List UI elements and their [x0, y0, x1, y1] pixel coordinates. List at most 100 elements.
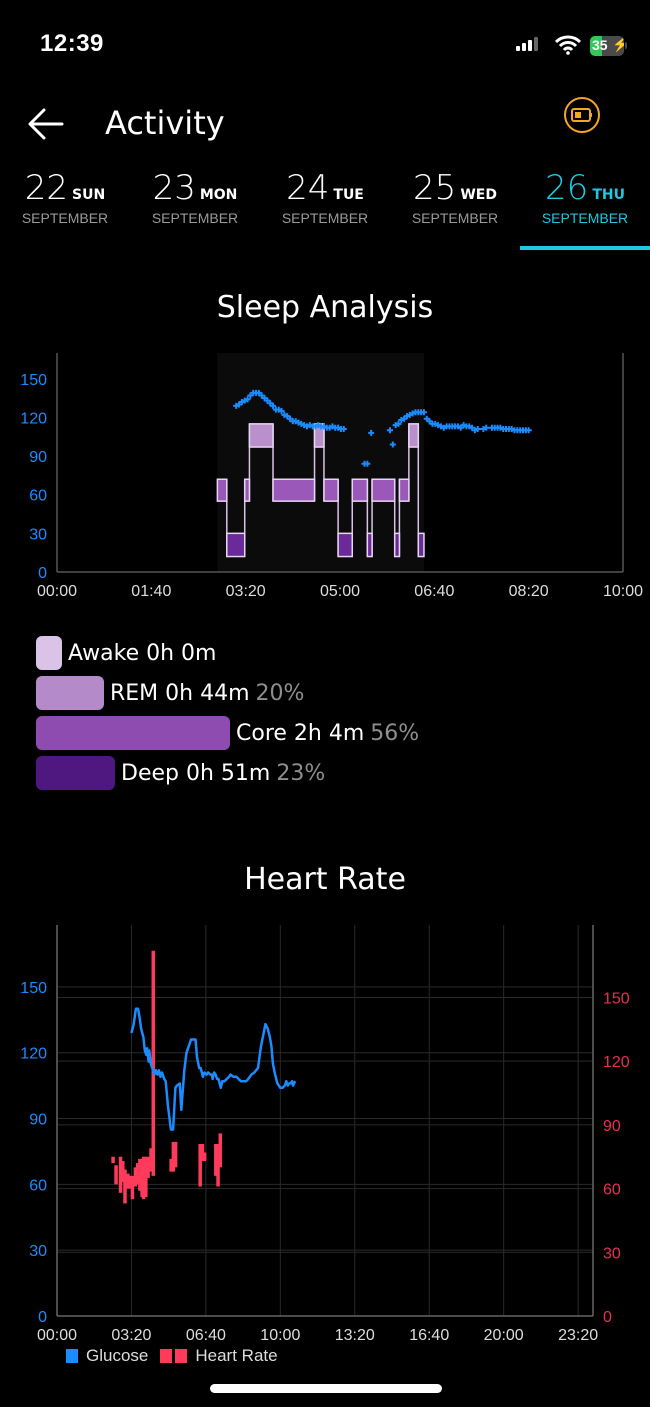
- heart-rate-bar: [218, 1133, 223, 1168]
- date-month: SEPTEMBER: [21, 210, 109, 226]
- x-tick-label: 03:20: [226, 583, 266, 600]
- heart-rate-legend-label: Heart Rate: [195, 1346, 278, 1365]
- status-time: 12:39: [40, 30, 104, 57]
- glucose-line: [130, 1007, 297, 1131]
- x-tick-label: 00:00: [37, 1327, 77, 1344]
- sleep-stage-deep: [393, 532, 401, 558]
- sleep-stage-core: [351, 478, 369, 502]
- y-tick-label-right: 0: [603, 1309, 612, 1326]
- date-weekday: MON: [199, 187, 238, 203]
- y-tick-label-right: 150: [603, 990, 630, 1007]
- y-tick-label-right: 120: [603, 1054, 630, 1071]
- date-number: 24: [286, 168, 330, 208]
- sleep-legend-awake: Awake 0h 0m: [36, 636, 222, 670]
- x-tick-label: 06:40: [414, 583, 454, 600]
- x-tick-label: 13:20: [335, 1327, 375, 1344]
- sleep-legend-percent: 56%: [370, 720, 420, 746]
- sleep-legend-percent: 23%: [276, 760, 326, 786]
- y-tick-label-right: 60: [603, 1182, 621, 1199]
- y-tick-label-right: 90: [603, 1118, 621, 1135]
- x-tick-label: 05:00: [320, 583, 360, 600]
- sleep-legend-bar-awake: [36, 636, 62, 670]
- heart-rate-chart: 0 30 60 90 120 150 0 30 60 90 120 150 00:00 03:20 06:4…: [20, 925, 630, 1344]
- sleep-stage-deep: [366, 532, 373, 558]
- sleep-legend-deep: Deep 0h 51m 23%: [36, 756, 325, 790]
- date-month: SEPTEMBER: [151, 210, 239, 226]
- sleep-legend-rem: REM 0h 44m 20%: [36, 676, 304, 710]
- sleep-stage-rem: [248, 423, 274, 448]
- sleep-stage-core: [272, 478, 316, 502]
- y-tick-label-left: 60: [29, 1177, 47, 1194]
- sleep-section-title: Sleep Analysis: [216, 290, 434, 325]
- y-tick-label: 30: [29, 526, 47, 543]
- sleep-legend-bar-core: [36, 716, 230, 750]
- date-month: SEPTEMBER: [541, 210, 629, 226]
- x-tick-label: 10:00: [260, 1327, 300, 1344]
- battery-status: 35 ⚡: [590, 36, 624, 56]
- x-tick-label: 08:20: [509, 583, 549, 600]
- date-tab-24[interactable]: 24 TUE SEPTEMBER: [260, 168, 390, 226]
- x-tick-label: 01:40: [131, 583, 171, 600]
- sleep-stage-core: [398, 478, 410, 502]
- sleep-legend-core: Core 2h 4m 56%: [36, 716, 419, 750]
- sleep-legend-label: Deep 0h 51m: [121, 760, 271, 786]
- home-indicator[interactable]: [210, 1384, 442, 1393]
- battery-button[interactable]: [564, 97, 600, 133]
- heart-section-title: Heart Rate: [244, 862, 406, 897]
- charging-bolt-icon: ⚡: [612, 36, 624, 52]
- date-number: 25: [413, 168, 457, 208]
- date-tab-25[interactable]: 25 WED SEPTEMBER: [390, 168, 520, 226]
- heart-rate-bar: [173, 1141, 178, 1168]
- sleep-legend-bar-rem: [36, 676, 104, 710]
- sleep-stage-core: [323, 478, 339, 502]
- x-tick-label: 10:00: [603, 583, 643, 600]
- y-tick-label-right: 30: [603, 1245, 621, 1262]
- x-tick-label: 03:20: [111, 1327, 151, 1344]
- sleep-stage-deep: [226, 532, 246, 558]
- battery-nub: [625, 42, 627, 49]
- arrow-left-icon[interactable]: [26, 104, 66, 144]
- heart-rate-bar: [146, 1156, 150, 1178]
- sleep-stage-core: [216, 478, 228, 502]
- sleep-legend-percent: 20%: [255, 680, 305, 706]
- date-number: 23: [152, 168, 196, 208]
- battery-icon: [571, 108, 592, 122]
- heart-rate-bar: [130, 1175, 135, 1200]
- cellular-signal-icon: [516, 37, 538, 51]
- date-weekday: SUN: [72, 187, 106, 203]
- x-tick-label: 16:40: [409, 1327, 449, 1344]
- glucose-legend-label: Glucose: [86, 1346, 149, 1365]
- page-title: Activity: [105, 104, 225, 142]
- y-tick-label: 60: [29, 488, 47, 505]
- x-tick-label: 23:20: [558, 1327, 598, 1344]
- date-weekday: TUE: [333, 187, 364, 203]
- sleep-window: [217, 353, 424, 572]
- date-weekday: WED: [460, 187, 497, 203]
- x-tick-label: 06:40: [186, 1327, 226, 1344]
- date-month: SEPTEMBER: [411, 210, 499, 226]
- sleep-legend-label: REM 0h 44m: [110, 680, 250, 706]
- heart-rate-bar: [111, 1156, 115, 1164]
- sleep-stage-rem: [408, 423, 420, 448]
- active-tab-indicator: [520, 246, 650, 250]
- heart-rate-legend-swatch: [160, 1349, 173, 1363]
- sleep-legend-label: Awake 0h 0m: [68, 640, 217, 666]
- date-tab-26[interactable]: 26 THU SEPTEMBER: [520, 168, 650, 226]
- wifi-icon: [555, 35, 581, 55]
- y-tick-label-left: 30: [29, 1243, 47, 1260]
- sleep-stage-core: [243, 478, 251, 502]
- y-tick-label: 0: [38, 565, 47, 582]
- date-tab-23[interactable]: 23 MON SEPTEMBER: [130, 168, 260, 226]
- date-month: SEPTEMBER: [281, 210, 369, 226]
- sleep-stage-core: [371, 478, 396, 502]
- y-tick-label-left: 120: [20, 1046, 47, 1063]
- y-tick-label: 150: [20, 372, 47, 389]
- glucose-legend-swatch: [66, 1349, 78, 1363]
- sleep-legend-label: Core 2h 4m: [236, 720, 365, 746]
- heart-rate-bar: [151, 950, 156, 1176]
- x-tick-label: 00:00: [37, 583, 77, 600]
- sleep-stage-deep: [417, 532, 425, 558]
- sleep-chart: 0 30 60 90 120 150 00:00 01:40 03:20 05:00 06:40 08…: [20, 353, 643, 600]
- date-tab-22[interactable]: 22 SUN SEPTEMBER: [0, 168, 130, 226]
- date-weekday: THU: [592, 187, 625, 203]
